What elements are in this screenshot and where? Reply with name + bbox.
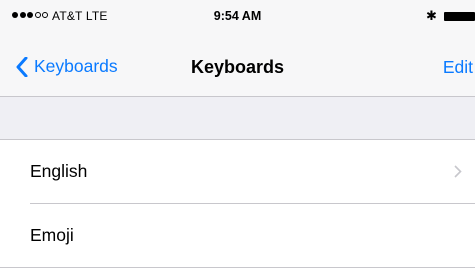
keyboards-list: English Emoji	[0, 139, 475, 268]
list-item-label: Emoji	[30, 225, 74, 245]
list-item-emoji[interactable]: Emoji	[0, 204, 475, 267]
battery-icon	[444, 12, 475, 21]
page-title: Keyboards	[190, 57, 285, 77]
list-item-english[interactable]: English	[0, 140, 475, 203]
edit-button[interactable]: Edit	[443, 57, 473, 78]
chevron-right-icon	[454, 165, 462, 178]
list-item-label: English	[30, 161, 88, 181]
status-bar: AT&T LTE 9:54 AM ✱	[0, 0, 475, 40]
navigation-bar: Keyboards Keyboards Edit	[0, 40, 475, 97]
status-time: 9:54 AM	[213, 9, 262, 23]
bluetooth-icon: ✱	[426, 8, 437, 23]
